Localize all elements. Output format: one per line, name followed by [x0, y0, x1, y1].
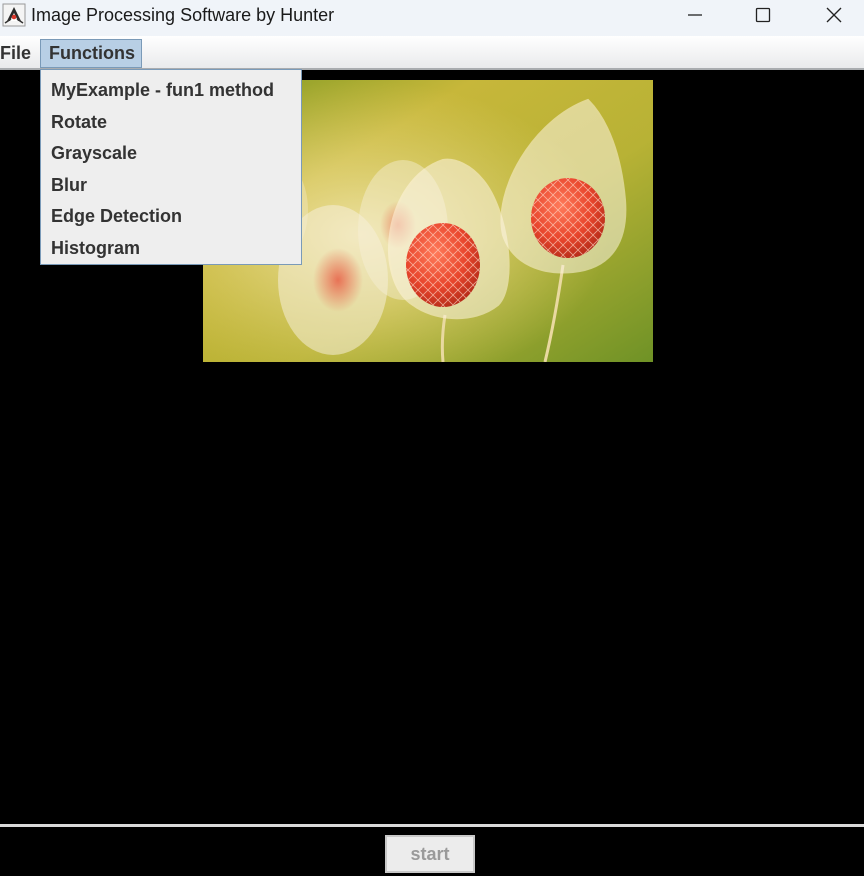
minimize-button[interactable] — [672, 0, 718, 30]
functions-dropdown: MyExample - fun1 method Rotate Grayscale… — [40, 69, 302, 265]
menu-item-blur[interactable]: Blur — [41, 170, 301, 202]
app-window: Image Processing Software by Hunter File… — [0, 0, 864, 876]
window-title: Image Processing Software by Hunter — [31, 5, 335, 25]
menu-file[interactable]: File — [0, 39, 36, 68]
close-button[interactable] — [811, 0, 857, 30]
menu-functions[interactable]: Functions — [40, 39, 142, 68]
menu-item-edge-detection[interactable]: Edge Detection — [41, 201, 301, 233]
title-bar: Image Processing Software by Hunter — [0, 0, 864, 36]
bottom-bar: start — [0, 827, 864, 876]
menu-item-rotate[interactable]: Rotate — [41, 107, 301, 139]
menu-item-myexample[interactable]: MyExample - fun1 method — [41, 75, 301, 107]
close-icon — [826, 7, 842, 23]
maximize-icon — [755, 7, 771, 23]
menu-item-grayscale[interactable]: Grayscale — [41, 138, 301, 170]
menu-item-histogram[interactable]: Histogram — [41, 233, 301, 265]
java-duke-icon — [2, 3, 26, 27]
menu-bar: File Functions — [0, 36, 864, 70]
minimize-icon — [688, 14, 702, 16]
start-button[interactable]: start — [385, 835, 475, 873]
maximize-button[interactable] — [740, 0, 786, 30]
